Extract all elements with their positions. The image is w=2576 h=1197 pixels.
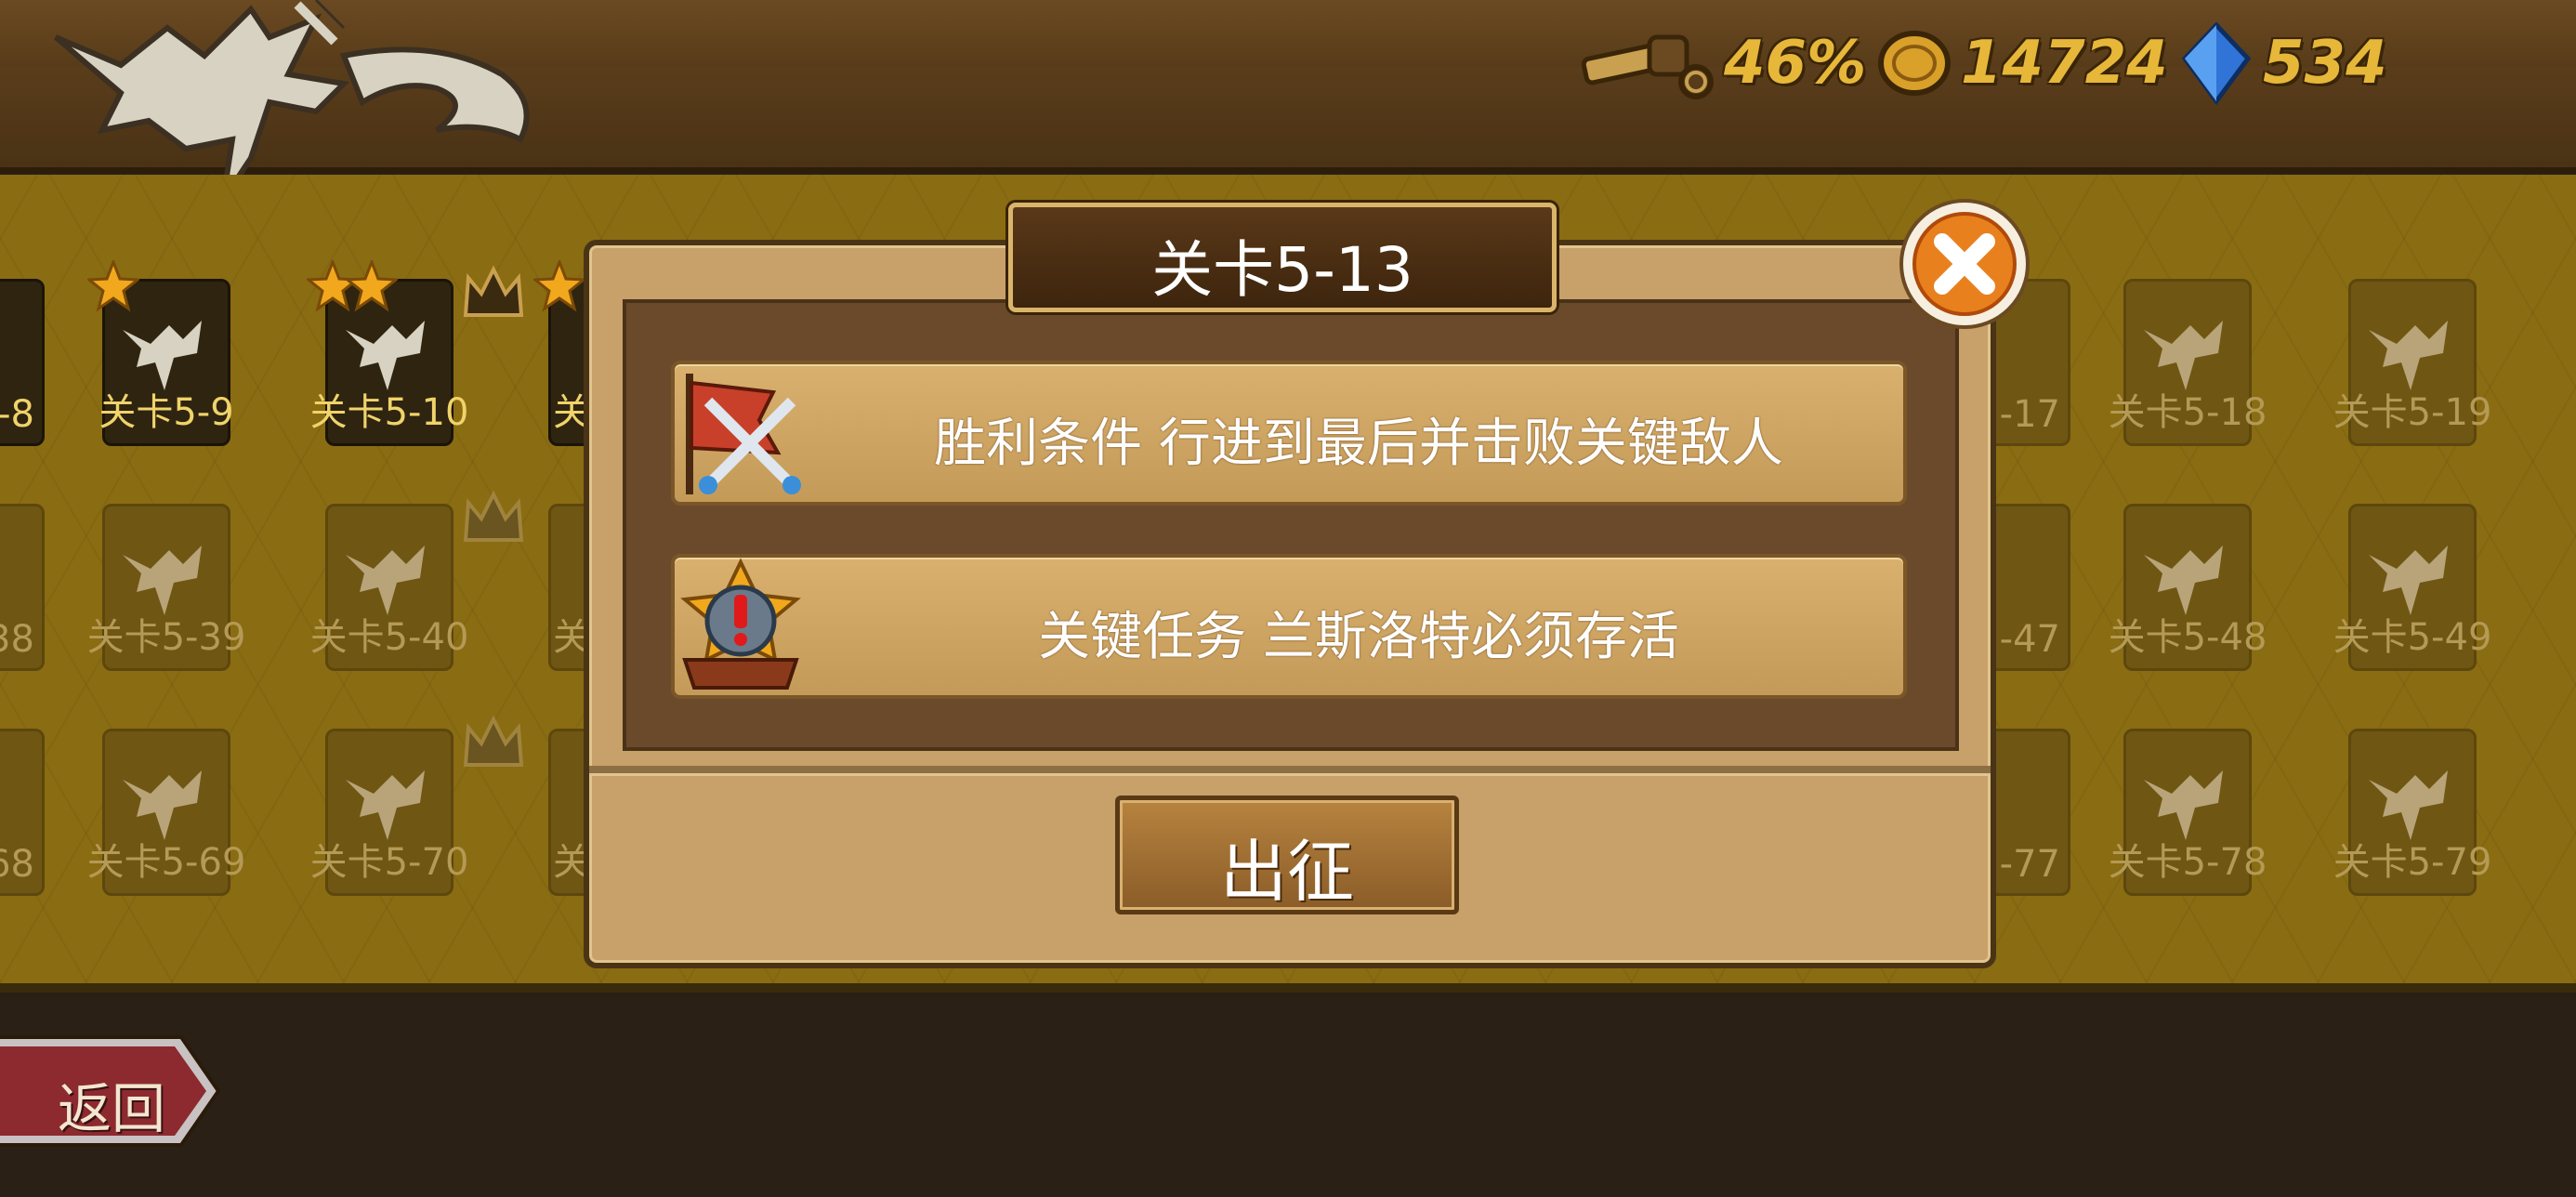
star-icon [346, 260, 398, 312]
level-label: 关卡5-18 [2108, 391, 2267, 434]
level-label: 关卡5-79 [2333, 841, 2492, 884]
level-label: 关卡5-49 [2333, 616, 2492, 659]
level-label: 关卡5-39 [86, 616, 246, 659]
deploy-label: 出征 [1219, 833, 1354, 911]
level-tile[interactable]: 关卡5-40 [310, 504, 468, 671]
crown-icon [463, 265, 524, 317]
deploy-button[interactable]: 出征 [1115, 796, 1459, 914]
level-tile[interactable]: 关卡5-18 [2109, 279, 2267, 446]
gem-icon [2181, 21, 2252, 105]
telescope-value: 46% [1724, 29, 1867, 98]
level-label: -8 [0, 393, 34, 436]
level-label: 关卡5-9 [99, 391, 234, 434]
dragon-emblem-icon [346, 770, 425, 840]
level-tile[interactable]: 关卡5-19 [2333, 279, 2491, 446]
telescope-icon [1581, 34, 1714, 99]
level-tile[interactable]: 关卡5-70 [310, 729, 468, 896]
level-tile[interactable]: 关卡5-49 [2333, 504, 2491, 671]
dialog-title: 关卡5-13 [1151, 234, 1413, 306]
dragon-emblem-icon [2144, 546, 2223, 615]
dragon-emblem-icon [2144, 321, 2223, 390]
level-tile[interactable]: 关卡5-39 [87, 504, 245, 671]
level-tile[interactable]: 38 [0, 504, 45, 671]
level-label: -47 [1999, 618, 2060, 661]
star-icon [87, 260, 139, 312]
level-label: 关卡5-19 [2333, 391, 2492, 434]
level-tile[interactable]: -8 [0, 279, 45, 446]
crown-icon [463, 715, 524, 767]
dragon-emblem-icon [346, 321, 425, 390]
dialog-title-plate: 关卡5-13 [1008, 203, 1557, 312]
level-tile[interactable]: 68 [0, 729, 45, 896]
level-tile[interactable]: 关卡5-48 [2109, 504, 2267, 671]
dragon-emblem-icon [123, 770, 202, 840]
dragon-emblem-icon [346, 546, 425, 615]
level-label: -17 [1999, 393, 2060, 436]
level-tile[interactable]: 关卡5-78 [2109, 729, 2267, 896]
level-tile[interactable]: 关卡5-69 [87, 729, 245, 896]
level-label: -77 [1999, 843, 2060, 886]
level-label: 38 [0, 618, 34, 661]
level-label: 关卡5-70 [309, 841, 469, 884]
telescope-stat: 46% [1575, 17, 1866, 110]
key-mission-row: 关键任务 兰斯洛特必须存活 [671, 554, 1907, 699]
dragon-emblem-icon [2369, 546, 2448, 615]
coins-stat: 14724 [1877, 17, 2168, 110]
star-icon [533, 260, 585, 312]
gems-stat: 534 [2179, 17, 2387, 110]
close-button[interactable] [1896, 195, 2033, 333]
gems-value: 534 [2263, 29, 2387, 98]
level-label: 关卡5-78 [2108, 841, 2267, 884]
level-label: 关卡5-10 [309, 391, 469, 434]
level-label: 关卡5-48 [2108, 616, 2267, 659]
crossed-swords-flag-icon [686, 374, 801, 494]
level-label: 关卡5-69 [86, 841, 246, 884]
level-label: 关卡5-40 [309, 616, 469, 659]
victory-condition-text: 胜利条件 行进到最后并击败关键敌人 [934, 414, 1783, 474]
level-tile[interactable]: 关卡5-79 [2333, 729, 2491, 896]
coins-value: 14724 [1961, 29, 2168, 98]
coin-icon [1878, 31, 1951, 96]
dragon-emblem-icon [123, 546, 202, 615]
dialog-divider [589, 766, 1991, 776]
dragon-emblem-icon [123, 321, 202, 390]
dragon-emblem-icon [2369, 321, 2448, 390]
dragon-emblem-icon [2369, 770, 2448, 840]
dragon-emblem-icon [2144, 770, 2223, 840]
crown-icon [463, 490, 524, 542]
back-label: 返回 [58, 1077, 166, 1140]
key-mission-text: 关键任务 兰斯洛特必须存活 [1038, 607, 1679, 667]
victory-condition-row: 胜利条件 行进到最后并击败关键敌人 [671, 361, 1907, 506]
level-label: 68 [0, 843, 34, 886]
alert-shield-icon [680, 558, 801, 690]
